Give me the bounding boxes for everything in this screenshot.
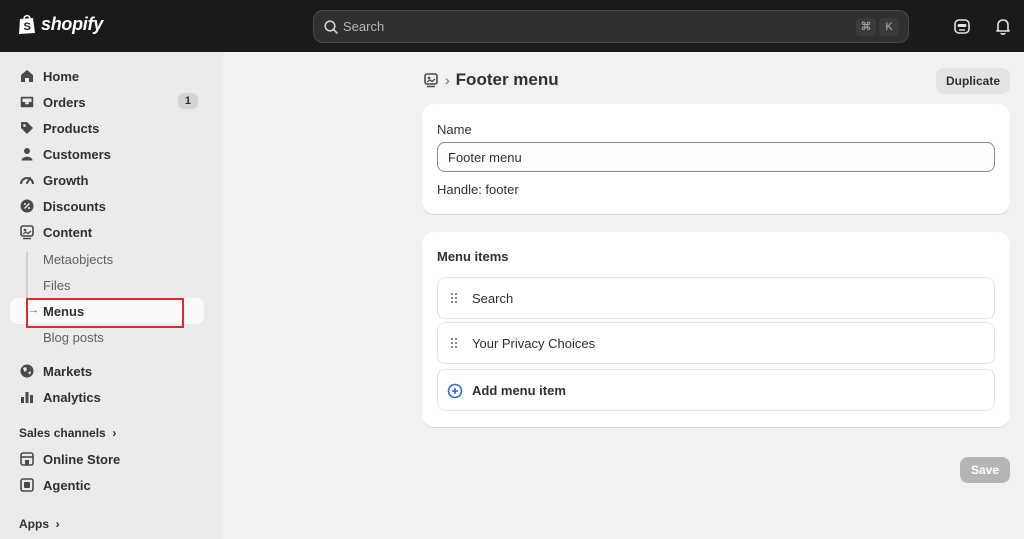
add-menu-item-label: Add menu item — [472, 383, 566, 398]
sidebar-item-home[interactable]: Home — [10, 63, 204, 89]
sidebar-item-label: Home — [43, 69, 80, 84]
shortcut-k-key: K — [879, 18, 899, 36]
logo-text: shopify — [41, 13, 103, 34]
add-menu-item-button[interactable]: Add menu item — [437, 369, 995, 411]
name-label: Name — [437, 122, 472, 137]
sidebar-subitem-files[interactable]: Files — [10, 272, 204, 298]
chevron-right-icon: › — [52, 517, 60, 531]
sidebar-subitem-blog-posts[interactable]: Blog posts — [10, 324, 204, 350]
save-button[interactable]: Save — [960, 457, 1010, 483]
top-bar: S shopify Search ⌘ K — [0, 0, 1024, 52]
sidebar-subitem-metaobjects[interactable]: Metaobjects — [10, 246, 204, 272]
sales-channels-label: Sales channels — [19, 426, 106, 440]
handle-text: Handle: footer — [437, 182, 519, 197]
sidebar-item-label: Orders — [43, 95, 86, 110]
inbox-icon — [20, 96, 34, 108]
chevron-right-icon: › — [109, 426, 117, 440]
duplicate-button[interactable]: Duplicate — [936, 68, 1010, 94]
globe-icon — [20, 364, 34, 378]
drag-handle-icon[interactable] — [450, 337, 458, 349]
sidebar-item-customers[interactable]: Customers — [10, 141, 204, 167]
sidebar-subitem-label: Files — [43, 278, 71, 293]
menu-item-label: Search — [472, 291, 514, 306]
apps-header[interactable]: Apps › — [19, 517, 60, 531]
sidebar-item-products[interactable]: Products — [10, 115, 204, 141]
page-title: › Footer menu — [423, 70, 559, 90]
svg-text:S: S — [24, 21, 31, 33]
agent-icon — [20, 478, 34, 492]
search-placeholder: Search — [343, 19, 385, 34]
menu-items-title: Menu items — [437, 249, 509, 264]
content-icon[interactable] — [423, 72, 439, 88]
sidebar-item-label: Agentic — [43, 478, 91, 493]
sidebar-item-orders[interactable]: Orders 1 — [10, 89, 204, 115]
gauge-icon — [20, 177, 34, 185]
sidebar-item-label: Products — [43, 121, 100, 136]
sidebar-item-label: Customers — [43, 147, 111, 162]
sidebar-subitem-label: Metaobjects — [43, 252, 114, 267]
shopify-logo[interactable]: S shopify — [18, 13, 103, 35]
sidebar-item-growth[interactable]: Growth — [10, 167, 204, 193]
shortcut-command-key: ⌘ — [856, 18, 876, 36]
menu-name-input[interactable] — [437, 142, 995, 172]
bell-icon[interactable] — [993, 16, 1013, 36]
sidebar-item-discounts[interactable]: Discounts — [10, 193, 204, 219]
sidebar-item-label: Content — [43, 225, 93, 240]
sidebar-item-content[interactable]: Content — [10, 219, 204, 245]
search-icon — [324, 20, 338, 34]
menu-item-row-privacy[interactable]: Your Privacy Choices — [437, 322, 995, 364]
menu-item-label: Your Privacy Choices — [472, 336, 596, 351]
sidebar-item-label: Analytics — [43, 390, 101, 405]
discount-icon — [20, 199, 34, 213]
menu-item-row-search[interactable]: Search — [437, 277, 995, 319]
breadcrumb-chevron-icon: › — [445, 72, 450, 88]
sidebar-channel-agentic[interactable]: Agentic — [10, 472, 204, 498]
plus-circle-icon — [447, 383, 463, 399]
apps-label: Apps — [19, 517, 49, 531]
sidebar-channel-online-store[interactable]: Online Store — [10, 446, 204, 472]
page-title-text: Footer menu — [455, 70, 559, 89]
menu-name-card: Name Handle: footer — [422, 104, 1010, 214]
orders-count-badge: 1 — [177, 93, 198, 109]
home-icon — [21, 70, 33, 82]
search-bar[interactable]: Search ⌘ K — [313, 10, 909, 43]
sidebar-subitem-label: Blog posts — [43, 330, 104, 345]
sidebar-item-label: Discounts — [43, 199, 106, 214]
bar-chart-icon — [21, 392, 33, 403]
menu-items-card: Menu items Search Your Privacy Choices A… — [422, 232, 1010, 427]
sidebar-item-label: Growth — [43, 173, 89, 188]
person-icon — [21, 148, 33, 161]
shopify-bag-icon: S — [19, 14, 35, 34]
sidebar-item-label: Online Store — [43, 452, 121, 467]
sidebar-item-label: Markets — [43, 364, 93, 379]
sidekick-icon[interactable] — [952, 16, 972, 36]
tag-icon — [21, 122, 33, 134]
sales-channels-header[interactable]: Sales channels › — [19, 426, 116, 440]
sidebar-item-markets[interactable]: Markets — [10, 358, 204, 384]
content-icon — [20, 225, 34, 240]
drag-handle-icon[interactable] — [450, 292, 458, 304]
sidebar-item-analytics[interactable]: Analytics — [10, 384, 204, 410]
store-icon — [20, 452, 34, 466]
